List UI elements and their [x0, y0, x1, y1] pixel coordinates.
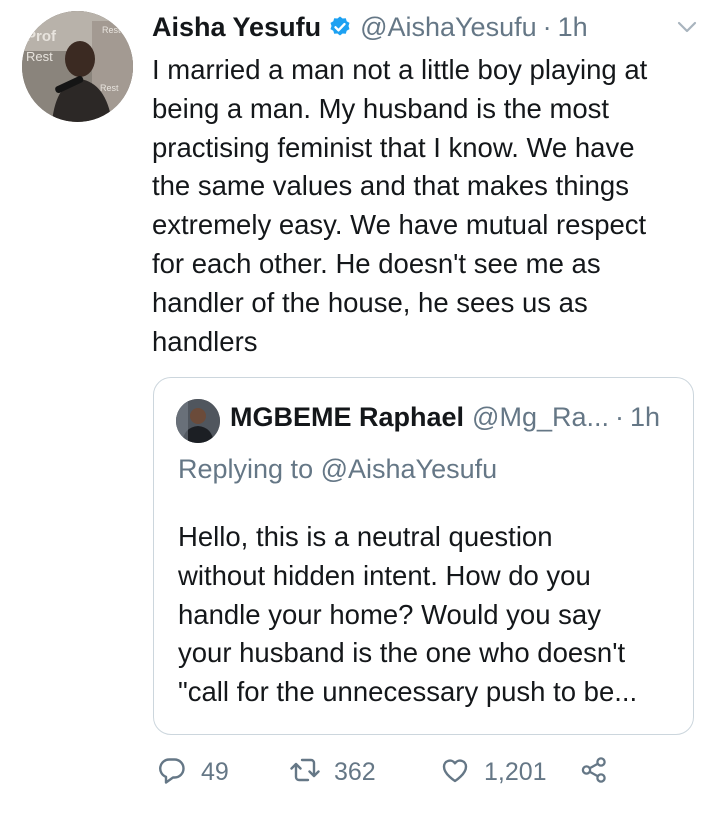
svg-text:Rest: Rest — [100, 83, 119, 93]
quoted-author-handle[interactable]: @Mg_Ra... — [472, 402, 609, 433]
author-avatar[interactable]: Prof Rest Rest Rest — [22, 11, 133, 122]
reply-icon — [157, 755, 187, 790]
like-icon — [440, 755, 470, 790]
replying-label: Replying to — [178, 454, 314, 484]
tweet-header: Aisha Yesufu @AishaYesufu · 1h — [152, 9, 700, 45]
action-bar: 49 362 1,201 — [157, 752, 627, 792]
tweet-text: I married a man not a little boy playing… — [152, 54, 648, 357]
retweet-icon — [290, 755, 320, 790]
retweet-button[interactable]: 362 — [290, 752, 376, 792]
author-handle[interactable]: @AishaYesufu — [360, 12, 537, 43]
separator-dot: · — [542, 11, 552, 42]
svg-text:Prof: Prof — [26, 28, 57, 45]
like-button[interactable]: 1,201 — [440, 752, 547, 792]
quoted-author-name[interactable]: MGBEME Raphael — [230, 402, 464, 433]
quoted-tweet-text: Hello, this is a neutral question withou… — [178, 521, 638, 708]
svg-text:Rest: Rest — [26, 49, 53, 64]
verified-badge-icon — [328, 15, 352, 39]
retweet-count: 362 — [334, 757, 376, 786]
quoted-tweet-header: MGBEME Raphael @Mg_Ra... · 1h — [230, 402, 679, 433]
reply-count: 49 — [201, 757, 229, 786]
share-icon — [579, 755, 609, 790]
like-count: 1,201 — [484, 757, 547, 786]
tweet-timestamp[interactable]: 1h — [558, 12, 588, 43]
share-button[interactable] — [579, 752, 609, 792]
replying-to: Replying to @AishaYesufu — [178, 454, 497, 485]
quoted-tweet[interactable]: MGBEME Raphael @Mg_Ra... · 1h Replying t… — [153, 377, 694, 735]
reply-button[interactable]: 49 — [157, 752, 229, 792]
svg-text:Rest: Rest — [102, 25, 121, 35]
quoted-author-avatar[interactable] — [176, 399, 220, 443]
chevron-down-icon[interactable] — [676, 19, 698, 35]
replying-handle-link[interactable]: @AishaYesufu — [321, 454, 498, 484]
quoted-timestamp[interactable]: 1h — [630, 402, 660, 433]
separator-dot: · — [615, 402, 624, 432]
author-name[interactable]: Aisha Yesufu — [152, 12, 321, 43]
